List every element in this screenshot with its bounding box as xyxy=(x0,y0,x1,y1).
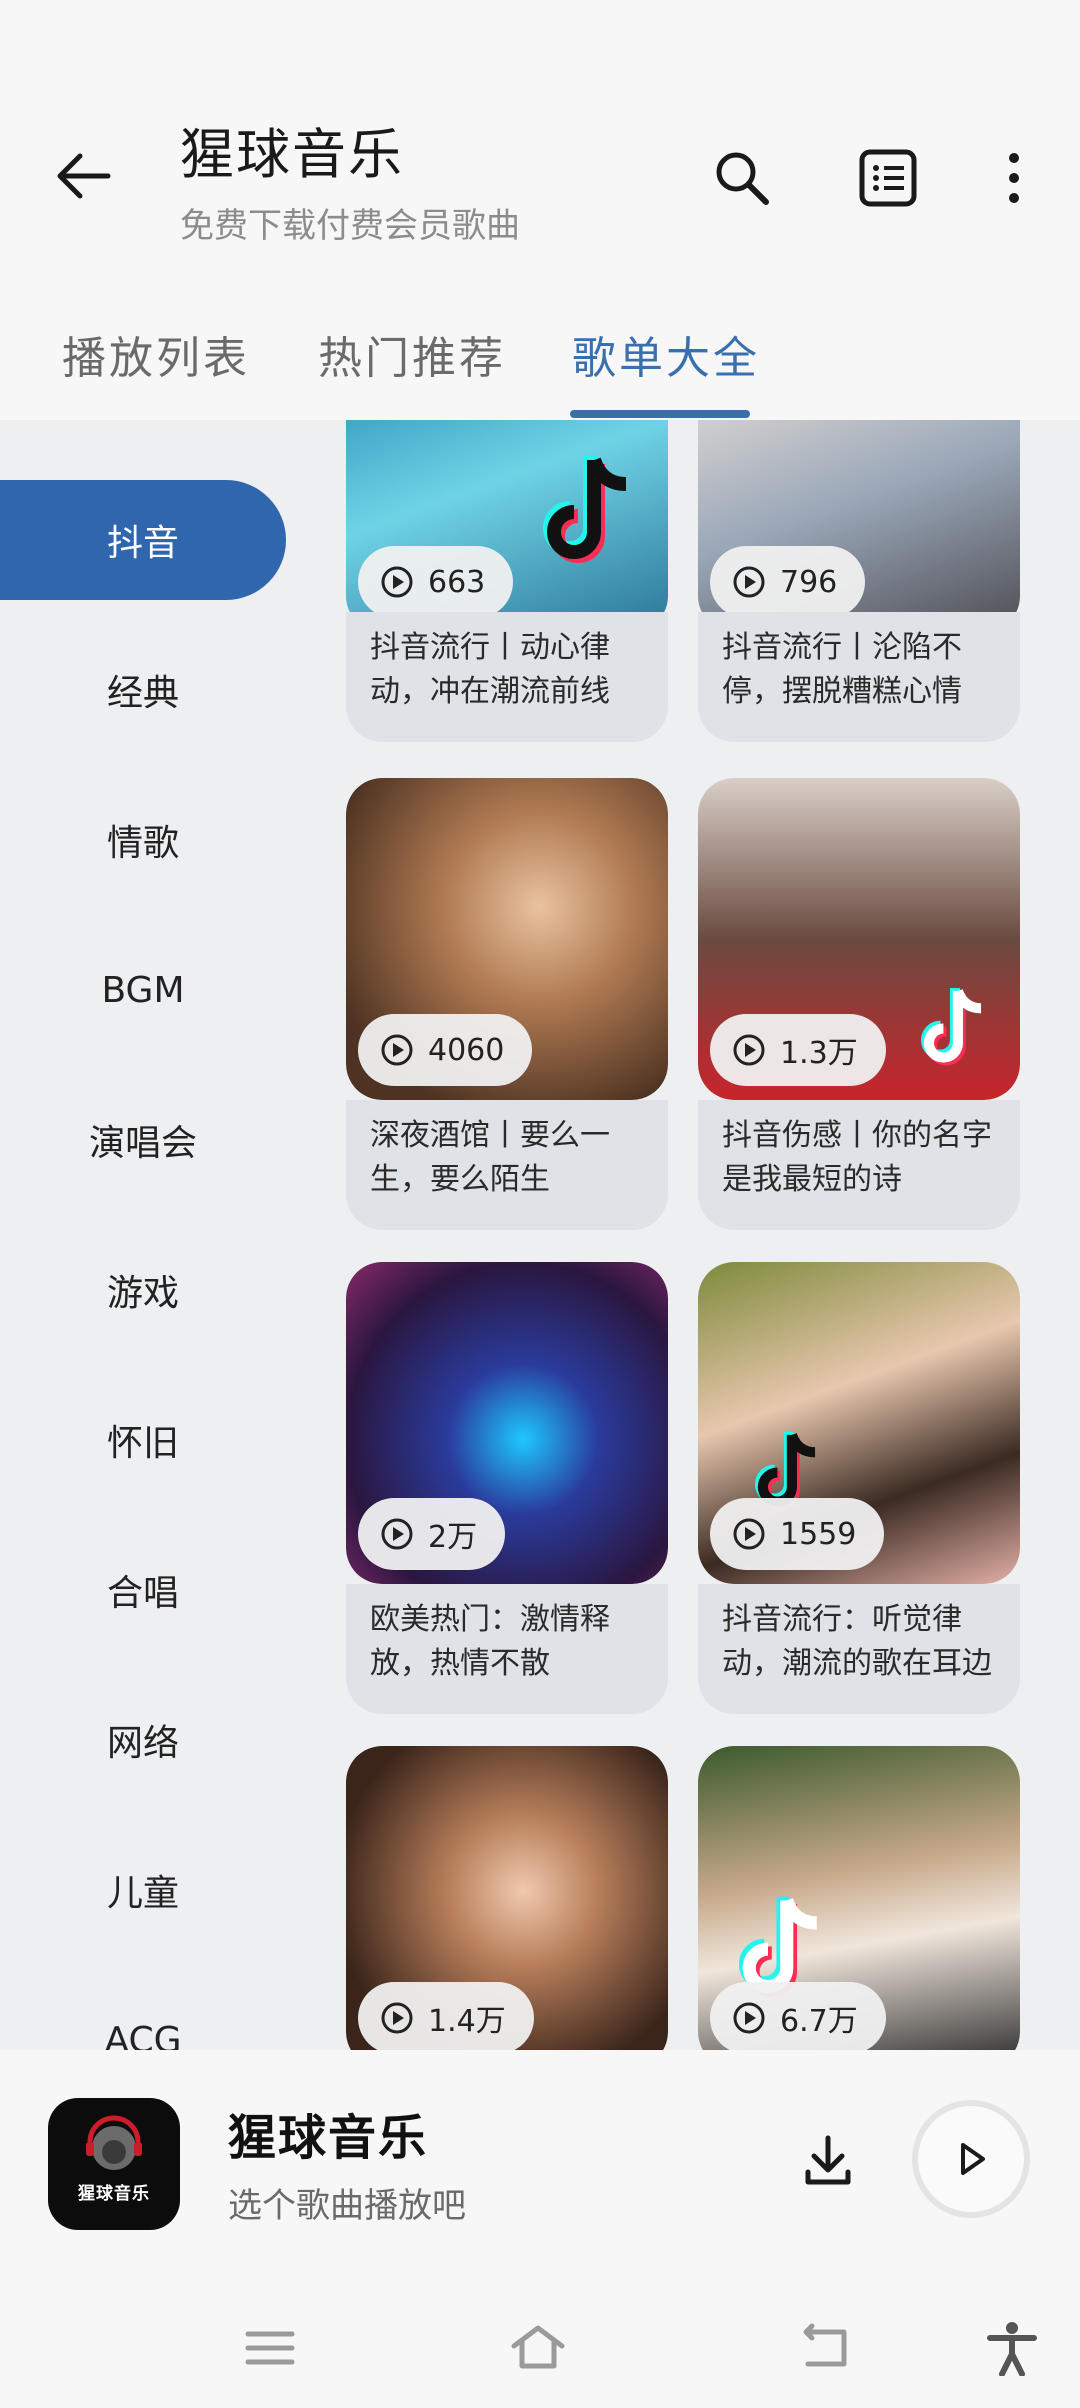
play-circle-icon xyxy=(733,566,765,598)
system-nav-bar xyxy=(0,2280,1080,2408)
playlist-card[interactable]: 1.4万 xyxy=(346,1746,668,2050)
play-circle-icon xyxy=(381,566,413,598)
mini-player[interactable]: 猩球音乐 猩球音乐 选个歌曲播放吧 xyxy=(0,2050,1080,2280)
tiktok-logo-icon xyxy=(543,456,627,563)
tab-playlist[interactable]: 播放列表 xyxy=(62,322,250,386)
play-circle-icon xyxy=(733,2002,765,2034)
category-classic[interactable]: 经典 xyxy=(0,630,286,750)
tab-hot-recommend[interactable]: 热门推荐 xyxy=(318,322,506,386)
play-count: 663 xyxy=(428,564,486,600)
back-nav-icon[interactable] xyxy=(798,2320,854,2376)
page-title: 猩球音乐 xyxy=(180,123,404,186)
category-acg[interactable]: ACG xyxy=(0,1980,286,2051)
category-chorus[interactable]: 合唱 xyxy=(0,1530,286,1650)
play-count-badge: 663 xyxy=(358,546,514,618)
active-tab-indicator xyxy=(570,410,750,418)
play-count-badge: 796 xyxy=(710,546,866,618)
playlist-card[interactable]: 4060 xyxy=(346,778,668,1100)
play-circle-icon xyxy=(381,1518,413,1550)
gorilla-logo-icon xyxy=(86,2115,142,2170)
playlist-card[interactable]: 2万 xyxy=(346,1262,668,1584)
category-bgm[interactable]: BGM xyxy=(0,930,286,1050)
playlist-description: 抖音流行丨动心律动，冲在潮流前线 xyxy=(370,630,610,709)
playlist-description: 抖音流行：听觉律动，潮流的歌在耳边 xyxy=(722,1602,992,1681)
player-title: 猩球音乐 xyxy=(228,2110,429,2166)
more-vertical-icon[interactable] xyxy=(982,146,1046,210)
playlist-info[interactable]: 抖音伤感丨你的名字是我最短的诗 xyxy=(698,1100,1020,1230)
category-nostalgia[interactable]: 怀旧 xyxy=(0,1380,286,1500)
playlist-card[interactable]: 796 xyxy=(698,420,1020,632)
search-icon[interactable] xyxy=(710,146,774,210)
play-circle-icon xyxy=(733,1518,765,1550)
play-count-badge: 1.3万 xyxy=(710,1014,886,1086)
play-circle-icon xyxy=(733,1034,765,1066)
player-subtitle: 选个歌曲播放吧 xyxy=(228,2186,466,2226)
play-icon xyxy=(961,2143,985,2175)
accessibility-icon[interactable] xyxy=(984,2320,1040,2376)
play-count-badge: 4060 xyxy=(358,1014,533,1086)
tab-bar: 播放列表 热门推荐 歌单大全 xyxy=(0,310,1080,420)
tiktok-logo-icon xyxy=(921,988,982,1066)
playlist-card[interactable]: 663 xyxy=(346,420,668,632)
play-circle-icon xyxy=(381,1034,413,1066)
playlist-card[interactable]: 1.3万 xyxy=(698,778,1020,1100)
play-count: 1.4万 xyxy=(428,2004,506,2039)
category-children[interactable]: 儿童 xyxy=(0,1830,286,1950)
playlist-info[interactable]: 欧美热门：激情释放，热情不散 xyxy=(346,1584,668,1714)
play-count-badge: 1559 xyxy=(710,1498,885,1570)
playlist-info[interactable]: 抖音流行丨动心律动，冲在潮流前线 xyxy=(346,612,668,742)
category-love-songs[interactable]: 情歌 xyxy=(0,780,286,900)
app-header: 猩球音乐 免费下载付费会员歌曲 播放列表 热门推荐 歌单大全 xyxy=(0,0,1080,420)
category-sidebar: 抖音 经典 情歌 BGM 演唱会 游戏 怀旧 合唱 网络 儿童 ACG xyxy=(0,420,300,2050)
playlist-info[interactable]: 抖音流行：听觉律动，潮流的歌在耳边 xyxy=(698,1584,1020,1714)
play-button[interactable] xyxy=(912,2100,1030,2218)
play-count: 1559 xyxy=(780,1516,857,1552)
play-count: 796 xyxy=(780,564,838,600)
play-count: 1.3万 xyxy=(780,1036,858,1071)
app-logo: 猩球音乐 xyxy=(48,2098,180,2230)
play-count: 4060 xyxy=(428,1032,505,1068)
menu-icon[interactable] xyxy=(242,2320,298,2376)
playlist-info[interactable]: 抖音流行丨沦陷不停，摆脱糟糕心情 xyxy=(698,612,1020,742)
logo-text: 猩球音乐 xyxy=(78,2184,150,2204)
category-internet[interactable]: 网络 xyxy=(0,1680,286,1800)
page-subtitle: 免费下载付费会员歌曲 xyxy=(180,206,520,246)
list-icon[interactable] xyxy=(856,146,920,210)
home-icon[interactable] xyxy=(510,2320,566,2376)
back-arrow-icon[interactable] xyxy=(48,140,120,212)
playlist-info[interactable]: 深夜酒馆丨要么一生，要么陌生 xyxy=(346,1100,668,1230)
download-icon[interactable] xyxy=(796,2128,860,2192)
playlist-description: 深夜酒馆丨要么一生，要么陌生 xyxy=(370,1118,610,1197)
playlist-card[interactable]: 1559 xyxy=(698,1262,1020,1584)
playlist-card[interactable]: 6.7万 xyxy=(698,1746,1020,2050)
play-count-badge: 6.7万 xyxy=(710,1982,886,2050)
category-douyin[interactable]: 抖音 xyxy=(0,480,286,600)
playlist-description: 抖音流行丨沦陷不停，摆脱糟糕心情 xyxy=(722,630,962,709)
play-count: 2万 xyxy=(428,1520,478,1555)
playlist-description: 抖音伤感丨你的名字是我最短的诗 xyxy=(722,1118,992,1197)
playlist-description: 欧美热门：激情释放，热情不散 xyxy=(370,1602,610,1681)
play-circle-icon xyxy=(381,2002,413,2034)
play-count-badge: 1.4万 xyxy=(358,1982,534,2050)
category-concert[interactable]: 演唱会 xyxy=(0,1080,286,1200)
main-content: 抖音 经典 情歌 BGM 演唱会 游戏 怀旧 合唱 网络 儿童 ACG 663 … xyxy=(0,420,1080,2050)
play-count: 6.7万 xyxy=(780,2004,858,2039)
category-game[interactable]: 游戏 xyxy=(0,1230,286,1350)
tab-playlist-collection[interactable]: 歌单大全 xyxy=(572,322,760,386)
play-count-badge: 2万 xyxy=(358,1498,506,1570)
